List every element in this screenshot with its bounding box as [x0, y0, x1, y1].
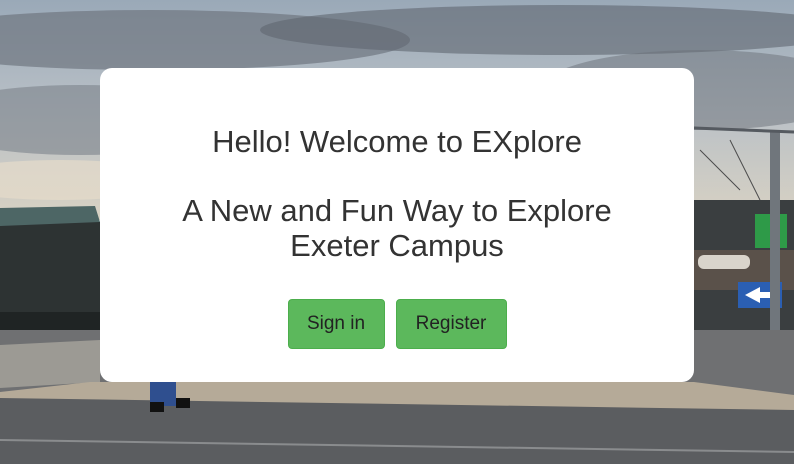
welcome-heading: Hello! Welcome to EXplore [212, 124, 582, 159]
welcome-card: Hello! Welcome to EXplore A New and Fun … [100, 68, 694, 382]
auth-actions: Sign in Register [100, 299, 694, 349]
sign-in-button[interactable]: Sign in [287, 299, 385, 349]
register-button[interactable]: Register [395, 299, 507, 349]
tagline-heading: A New and Fun Way to Explore Exeter Camp… [182, 193, 612, 263]
